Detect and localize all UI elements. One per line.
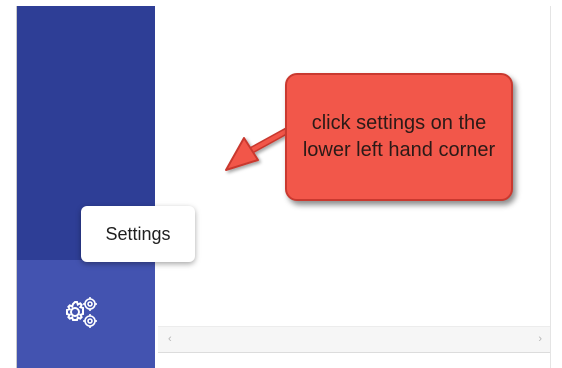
instruction-callout: click settings on the lower left hand co… — [285, 73, 513, 201]
screenshot-frame: ‹ › Settings click settings on the lower… — [0, 0, 562, 368]
scroll-right-arrow[interactable]: › — [538, 333, 542, 345]
sidebar-settings-area — [17, 260, 155, 368]
vertical-scrollbar[interactable] — [550, 6, 551, 368]
sidebar — [17, 6, 155, 368]
settings-button[interactable] — [61, 292, 101, 332]
scroll-left-arrow[interactable]: ‹ — [168, 333, 172, 345]
gears-icon — [66, 297, 97, 328]
tooltip-label: Settings — [105, 223, 171, 244]
settings-tooltip: Settings — [81, 206, 195, 262]
bottom-divider — [158, 352, 550, 353]
callout-text: click settings on the lower left hand co… — [302, 112, 496, 161]
horizontal-scrollbar[interactable]: ‹ › — [158, 326, 550, 352]
